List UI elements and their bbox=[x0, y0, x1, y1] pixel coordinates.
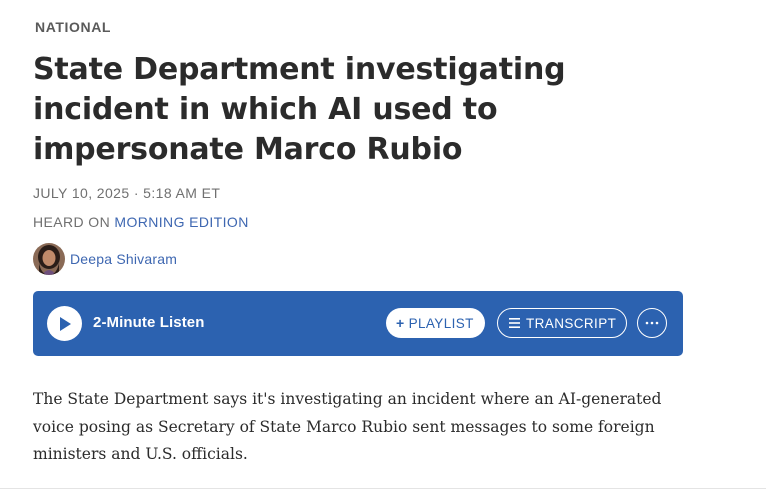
lines-icon bbox=[509, 318, 520, 328]
add-to-playlist-button[interactable]: + PLAYLIST bbox=[386, 308, 485, 338]
transcript-button[interactable]: TRANSCRIPT bbox=[497, 308, 628, 338]
author-avatar[interactable] bbox=[33, 243, 65, 275]
program-link[interactable]: MORNING EDITION bbox=[114, 214, 248, 230]
audio-player: 2-Minute Listen + PLAYLIST TRANSCRIPT bbox=[33, 291, 683, 356]
article-lede: The State Department says it's investiga… bbox=[33, 390, 662, 463]
headline: State Department investigating incident … bbox=[33, 52, 566, 167]
transcript-label: TRANSCRIPT bbox=[526, 315, 617, 331]
more-dots-icon bbox=[645, 321, 659, 325]
heard-on: HEARD ON MORNING EDITION bbox=[33, 214, 249, 230]
divider bbox=[0, 488, 766, 489]
author-name-link[interactable]: Deepa Shivaram bbox=[70, 251, 177, 267]
byline: Deepa Shivaram bbox=[33, 243, 177, 275]
plus-icon: + bbox=[396, 315, 405, 331]
play-button[interactable] bbox=[47, 306, 82, 341]
more-options-button[interactable] bbox=[637, 308, 667, 338]
dateline: JULY 10, 2025 · 5:18 AM ET bbox=[33, 185, 221, 201]
play-icon bbox=[59, 316, 71, 331]
section-tag[interactable]: NATIONAL bbox=[35, 19, 111, 35]
author-photo bbox=[33, 243, 65, 275]
playlist-label: PLAYLIST bbox=[408, 315, 474, 331]
heard-on-prefix: HEARD ON bbox=[33, 214, 115, 230]
listen-duration-label: 2-Minute Listen bbox=[93, 314, 205, 331]
